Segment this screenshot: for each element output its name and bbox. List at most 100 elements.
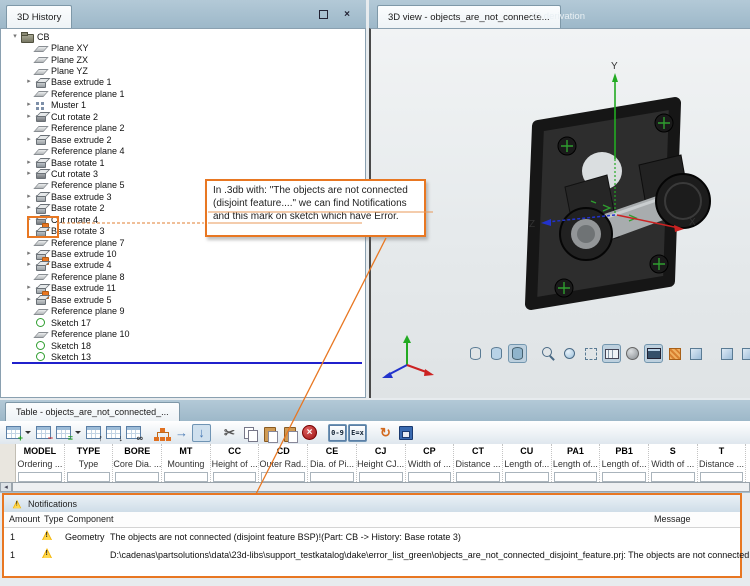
move-row-down-button[interactable]: ↓: [104, 424, 123, 442]
close-icon[interactable]: ×: [340, 8, 354, 21]
tab-2d-derivation[interactable]: 2D derivation: [519, 5, 595, 28]
add-row-button[interactable]: +: [4, 424, 23, 442]
refresh-button[interactable]: ↻: [376, 424, 395, 442]
column-filter-input[interactable]: [164, 472, 208, 482]
column-description[interactable]: Outer Rad...: [259, 458, 307, 471]
column-code[interactable]: MT: [162, 444, 210, 458]
column-description[interactable]: Length of...: [600, 458, 648, 471]
column-code[interactable]: CT: [454, 444, 502, 458]
column-filter-input[interactable]: [67, 472, 111, 482]
paste-button[interactable]: [260, 424, 279, 442]
tree-item-base-rotate-1[interactable]: ▸Base rotate 1: [3, 157, 363, 168]
column-description[interactable]: Core Dia. ...: [113, 458, 161, 471]
expander-icon[interactable]: ▸: [23, 112, 35, 122]
tree-item-cut-rotate-2[interactable]: ▸Cut rotate 2: [3, 111, 363, 122]
column-filter-input[interactable]: [408, 472, 452, 482]
hierarchy-button[interactable]: [152, 424, 171, 442]
column-code[interactable]: T: [698, 444, 746, 458]
cylinder-solid-icon[interactable]: [487, 344, 506, 363]
col-message[interactable]: Message: [654, 514, 691, 524]
dropdown-arrow-icon[interactable]: [75, 431, 81, 434]
column-description[interactable]: Height CJ...: [357, 458, 405, 471]
view-cube-2-icon[interactable]: [738, 344, 750, 363]
tree-item-reference-plane-9[interactable]: Reference plane 9: [3, 306, 363, 317]
tree-item-reference-plane-7[interactable]: Reference plane 7: [3, 237, 363, 248]
restore-icon[interactable]: [316, 8, 330, 21]
column-filter-input[interactable]: [359, 472, 403, 482]
zoom-sphere-icon[interactable]: [560, 344, 579, 363]
cylinder-wireframe-icon[interactable]: [466, 344, 485, 363]
column-filter-input[interactable]: [456, 472, 500, 482]
paste-special-button[interactable]: [280, 424, 299, 442]
column-code[interactable]: CP: [406, 444, 454, 458]
duplicate-row-button[interactable]: ≡: [54, 424, 73, 442]
number-format-button[interactable]: 0-9: [328, 424, 347, 442]
tree-item-cut-rotate-3[interactable]: ▸Cut rotate 3: [3, 168, 363, 179]
column-filter-input[interactable]: [115, 472, 159, 482]
render-sphere-icon[interactable]: [623, 344, 642, 363]
expander-icon[interactable]: ▸: [23, 260, 35, 270]
expander-icon[interactable]: ▸: [23, 77, 35, 87]
notification-row[interactable]: 1GeometryThe objects are not connected (…: [4, 527, 740, 545]
viewport-window-icon[interactable]: [644, 344, 663, 363]
column-code[interactable]: PA1: [552, 444, 600, 458]
column-description[interactable]: Mounting: [162, 458, 210, 471]
zoom-icon[interactable]: [539, 344, 558, 363]
expander-icon[interactable]: ▸: [23, 192, 35, 202]
column-filter-input[interactable]: [651, 472, 695, 482]
delete-button[interactable]: [300, 424, 319, 442]
save-button[interactable]: [396, 424, 415, 442]
horizontal-scrollbar[interactable]: ◂: [0, 482, 750, 492]
column-code[interactable]: TYPE: [65, 444, 113, 458]
notification-row[interactable]: 1D:\cadenas\partsolutions\data\23d-libs\…: [4, 545, 740, 563]
tree-item-base-extrude-2[interactable]: ▸Base extrude 2: [3, 134, 363, 145]
column-description[interactable]: Ordering ...: [16, 458, 64, 471]
column-code[interactable]: CU: [503, 444, 551, 458]
column-description[interactable]: Distance ...: [698, 458, 746, 471]
tree-item-sketch-17[interactable]: Sketch 17: [3, 317, 363, 328]
tree-item-plane-xy[interactable]: Plane XY: [3, 42, 363, 53]
scrollbar-thumb[interactable]: [12, 482, 750, 492]
expander-icon[interactable]: ▸: [23, 249, 35, 259]
expander-icon[interactable]: ▸: [23, 283, 35, 293]
cylinder-section-icon[interactable]: [508, 344, 527, 363]
tree-item-reference-plane-4[interactable]: Reference plane 4: [3, 145, 363, 156]
jump-down-button[interactable]: ↓: [192, 424, 211, 442]
column-description[interactable]: Type: [65, 458, 113, 471]
formula-view-button[interactable]: E=x: [348, 424, 367, 442]
tree-item-muster-1[interactable]: ▸Muster 1: [3, 100, 363, 111]
column-description[interactable]: Distance ...: [454, 458, 502, 471]
column-filter-input[interactable]: [700, 472, 744, 482]
clip-box-icon[interactable]: [581, 344, 600, 363]
scroll-left-icon[interactable]: ◂: [0, 482, 12, 492]
tree-item-cb[interactable]: ▾CB: [3, 31, 363, 42]
column-filter-input[interactable]: [213, 472, 257, 482]
texture-cube-icon[interactable]: [665, 344, 684, 363]
cut-button[interactable]: ✂: [220, 424, 239, 442]
preview-rows-button[interactable]: ∞: [124, 424, 143, 442]
tree-item-sketch-18[interactable]: Sketch 18: [3, 340, 363, 351]
delete-row-button[interactable]: −: [34, 424, 53, 442]
column-code[interactable]: PB1: [600, 444, 648, 458]
expander-icon[interactable]: ▸: [23, 135, 35, 145]
tab-3d-history[interactable]: 3D History: [6, 5, 72, 28]
tree-item-reference-plane-2[interactable]: Reference plane 2: [3, 123, 363, 134]
column-code[interactable]: CE: [308, 444, 356, 458]
column-description[interactable]: Height of ...: [211, 458, 259, 471]
tree-item-reference-plane-10[interactable]: Reference plane 10: [3, 328, 363, 339]
tree-item-plane-yz[interactable]: Plane YZ: [3, 65, 363, 76]
expander-icon[interactable]: ▸: [23, 169, 35, 179]
column-filter-input[interactable]: [505, 472, 549, 482]
copy-button[interactable]: [240, 424, 259, 442]
expander-icon[interactable]: ▾: [9, 32, 21, 42]
tree-item-plane-zx[interactable]: Plane ZX: [3, 54, 363, 65]
tree-item-base-extrude-4[interactable]: ▸Base extrude 4: [3, 260, 363, 271]
3d-viewport[interactable]: Y X Z: [369, 28, 750, 398]
column-code[interactable]: BORE: [113, 444, 161, 458]
column-code[interactable]: CC: [211, 444, 259, 458]
column-code[interactable]: CD: [259, 444, 307, 458]
column-description[interactable]: Length of...: [552, 458, 600, 471]
tree-item-base-extrude-10[interactable]: ▸Base extrude 10: [3, 248, 363, 259]
col-amount[interactable]: Amount: [9, 514, 40, 524]
column-filter-input[interactable]: [602, 472, 646, 482]
